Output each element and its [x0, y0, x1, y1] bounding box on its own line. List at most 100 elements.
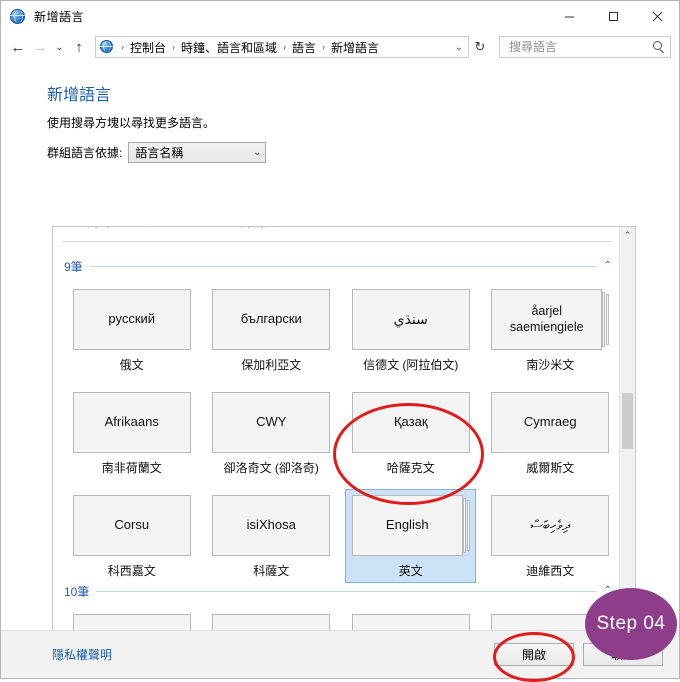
scrollbar-thumb[interactable]: [622, 393, 633, 449]
address-dropdown-chevron-icon[interactable]: ⌄: [450, 42, 468, 53]
language-caption: 威爾斯文: [526, 461, 575, 475]
footer-bar: 隱私權聲明 開啟 取消: [1, 630, 679, 678]
group-rule: [89, 265, 597, 267]
breadcrumb-item-language[interactable]: 語言: [290, 39, 318, 56]
language-caption: 保加利亞文: [241, 358, 302, 372]
group-name: 10筆: [64, 584, 90, 599]
minimize-icon[interactable]: [547, 1, 591, 31]
breadcrumb-item-control-panel[interactable]: 控制台: [128, 39, 168, 56]
language-native-name: سنڌي: [393, 310, 428, 327]
language-native-name: Corsu: [114, 517, 150, 533]
language-native-name: български: [240, 311, 302, 327]
language-cell[interactable]: Қазақ 哈薩克文: [341, 386, 481, 480]
language-tile[interactable]: ދިވެހިބަސް: [491, 495, 610, 556]
language-cell[interactable]: Corsu 科西嘉文: [62, 489, 202, 583]
language-caption: 卻洛奇文 (卻洛奇): [223, 461, 319, 475]
language-cell[interactable]: ދިވެހިބަސް 迪維西文: [481, 489, 621, 583]
language-tile[interactable]: Corsu: [72, 495, 191, 556]
address-bar[interactable]: › 控制台 › 時鐘、語言和區域 › 語言 › 新增語言 ⌄: [95, 36, 469, 58]
language-cell[interactable]: سنڌي 信德文 (阿拉伯文): [341, 283, 481, 377]
language-caption: 科西嘉文: [107, 564, 156, 578]
title-bar: 新增語言: [1, 1, 679, 31]
content-area: 新增語言 使用搜尋方塊以尋找更多語言。 群組語言依據: 語言名稱 ⌄ 阿姆巴里亞…: [1, 63, 679, 630]
search-input[interactable]: [507, 39, 652, 55]
language-group-10: 10筆 ⌃ Hawai'i 夏威夷文 norsk (bokmål) 挪威文 (巴…: [53, 582, 620, 630]
language-tile[interactable]: Afrikaans: [72, 392, 191, 453]
language-cell[interactable]: norsk (nynorsk) 挪威文 (尼洛斯克): [341, 608, 481, 630]
step-badge: Step 04: [585, 588, 677, 660]
language-cell-english-selected[interactable]: English 英文: [341, 489, 481, 583]
language-caption: 俄文: [119, 358, 144, 372]
recent-locations-chevron-icon[interactable]: ⌄: [51, 35, 68, 59]
language-native-name: Қазақ: [393, 414, 428, 430]
privacy-statement-link[interactable]: 隱私權聲明: [52, 646, 112, 663]
language-tile[interactable]: русский: [72, 289, 191, 350]
language-cell[interactable]: Cymraeg 威爾斯文: [481, 386, 621, 480]
language-cell[interactable]: isiXhosa 科薩文: [202, 489, 342, 583]
language-caption: 南沙米文: [526, 358, 575, 372]
language-tile[interactable]: български: [212, 289, 331, 350]
language-list-panel[interactable]: 阿姆巴里亞文 阿爾薩文 9筆 ⌃ русский 俄文: [52, 226, 636, 630]
search-icon: [652, 40, 666, 54]
add-language-window: 新增語言 ← → ⌄ ↑ › 控制台 › 時鐘、語言和區域 › 語言 › 新增語…: [0, 0, 680, 679]
language-cell[interactable]: norsk (bokmål) 挪威文 (巴克摩): [202, 608, 342, 630]
clipped-caption-row: 阿姆巴里亞文 阿爾薩文: [53, 227, 620, 230]
close-icon[interactable]: [635, 1, 679, 31]
search-box[interactable]: [499, 36, 671, 58]
language-caption: 信德文 (阿拉伯文): [363, 358, 459, 372]
breadcrumb-item-add-language[interactable]: 新增語言: [329, 39, 381, 56]
language-cell[interactable]: русский 俄文: [62, 283, 202, 377]
language-tile[interactable]: Қазақ: [351, 392, 470, 453]
language-native-name: ދިވެހިބަސް: [530, 516, 570, 533]
language-row: Corsu 科西嘉文 isiXhosa 科薩文 English 英文 ދިވެހ…: [53, 489, 620, 583]
up-arrow-icon[interactable]: ↑: [68, 35, 90, 59]
scroll-up-icon[interactable]: ⌃: [620, 227, 635, 243]
language-group-9: 9筆 ⌃ русский 俄文 български 保加利亞文 سنڌي 信德文…: [53, 257, 620, 583]
language-tile[interactable]: CWY: [212, 392, 331, 453]
language-tile[interactable]: norsk (bokmål): [212, 614, 331, 630]
language-globe-icon: [9, 7, 27, 25]
list-scrollbar[interactable]: ⌃ ⌄: [619, 227, 635, 630]
language-native-name: Afrikaans: [104, 414, 159, 430]
language-native-name: CWY: [256, 414, 287, 430]
open-button[interactable]: 開啟: [494, 643, 574, 666]
group-header[interactable]: 9筆 ⌃: [53, 257, 620, 275]
language-list-inner: 阿姆巴里亞文 阿爾薩文 9筆 ⌃ русский 俄文: [53, 227, 620, 630]
breadcrumb-separator: ›: [172, 42, 176, 52]
clipped-caption: 阿姆巴里亞文: [53, 227, 194, 230]
back-arrow-icon[interactable]: ←: [7, 35, 29, 59]
language-native-name: Cymraeg: [523, 414, 577, 430]
breadcrumb-item-clock-language-region[interactable]: 時鐘、語言和區域: [179, 39, 279, 56]
language-tile[interactable]: Hawai'i: [72, 614, 191, 630]
language-tile[interactable]: سنڌي: [351, 289, 470, 350]
forward-arrow-icon[interactable]: →: [29, 35, 51, 59]
group-header[interactable]: 10筆 ⌃: [53, 582, 620, 600]
navigation-bar: ← → ⌄ ↑ › 控制台 › 時鐘、語言和區域 › 語言 › 新增語言 ⌄ ↻: [1, 31, 679, 63]
language-cell[interactable]: Afrikaans 南非荷蘭文: [62, 386, 202, 480]
maximize-icon[interactable]: [591, 1, 635, 31]
breadcrumb-separator: ›: [121, 42, 124, 52]
language-tile[interactable]: norsk (nynorsk): [351, 614, 470, 630]
chevron-down-icon: ⌄: [252, 147, 262, 158]
language-cell[interactable]: CWY 卻洛奇文 (卻洛奇): [202, 386, 342, 480]
group-by-select[interactable]: 語言名稱 ⌄: [128, 142, 267, 163]
group-by-label: 群組語言依據:: [47, 146, 123, 160]
breadcrumb-separator: ›: [283, 42, 287, 52]
language-tile[interactable]: isiXhosa: [212, 495, 331, 556]
clipped-caption: 阿爾薩文: [194, 227, 335, 230]
window-title: 新增語言: [34, 9, 85, 24]
language-caption: 科薩文: [253, 564, 290, 578]
language-tile[interactable]: English: [351, 495, 470, 556]
divider: [62, 241, 611, 242]
language-row: русский 俄文 български 保加利亞文 سنڌي 信德文 (阿拉伯…: [53, 283, 620, 377]
language-tile[interactable]: åarjel saemiengiele: [491, 289, 610, 350]
language-cell[interactable]: български 保加利亞文: [202, 283, 342, 377]
collapse-chevron-icon[interactable]: ⌃: [604, 261, 612, 271]
language-cell[interactable]: Hawai'i 夏威夷文: [62, 608, 202, 630]
refresh-icon[interactable]: ↻: [469, 39, 491, 55]
language-native-name: русский: [108, 311, 156, 327]
window-controls: [547, 1, 679, 31]
language-caption: 英文: [398, 564, 423, 578]
language-tile[interactable]: Cymraeg: [491, 392, 610, 453]
language-cell[interactable]: åarjel saemiengiele 南沙米文: [481, 283, 621, 377]
